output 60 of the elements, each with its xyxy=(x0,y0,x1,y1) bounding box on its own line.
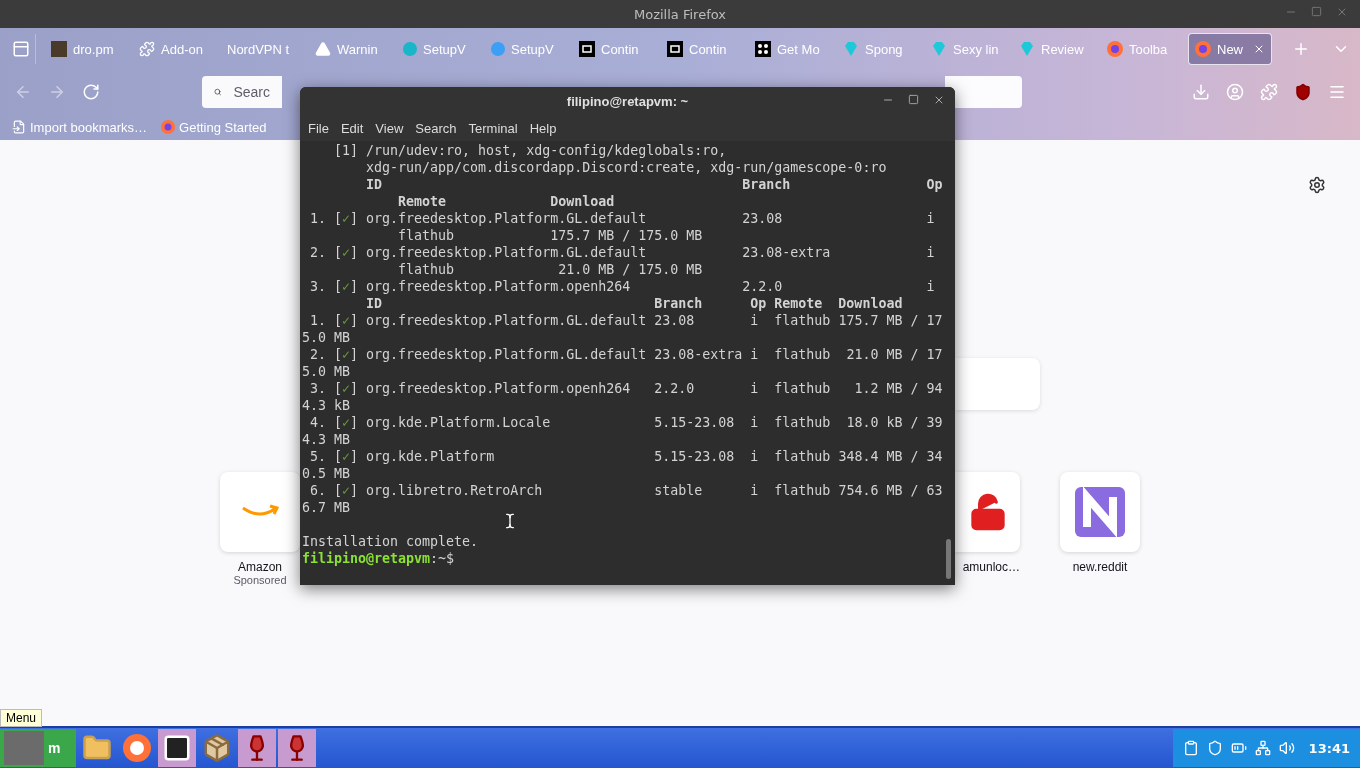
terminal-line: 4. [✓] org.kde.Platform.Locale 5.15-23.08 i flathub 18.0 kB / 39 xyxy=(309,414,944,431)
terminal-line: 2. [✓] org.freedesktop.Platform.GL.default 23.08-extra i xyxy=(309,244,936,261)
terminal-line: 0.5 MB xyxy=(302,465,352,482)
browser-tab[interactable]: Spong xyxy=(836,33,920,65)
terminal-line: 3. [✓] org.freedesktop.Platform.openh264 2.2.0 i flathub 1.2 MB / 94 xyxy=(309,380,944,397)
terminal-line: 6. [✓] org.libretro.RetroArch stable i flathub 754.6 MB / 63 xyxy=(309,482,944,499)
browser-tab[interactable]: dro.pm xyxy=(44,33,128,65)
start-button[interactable]: m xyxy=(0,729,76,768)
menu-item[interactable]: Edit xyxy=(334,120,370,136)
terminal-line: flathub 175.7 MB / 175.0 MB xyxy=(397,227,704,244)
browser-tab[interactable]: Get Mo xyxy=(748,33,832,65)
bookmark-link[interactable]: Import bookmarks… xyxy=(12,119,148,135)
menu-item[interactable]: View xyxy=(369,120,410,136)
terminal-title: filipino@retapvm: ~ xyxy=(566,93,689,109)
browser-tab[interactable]: NordVPN t xyxy=(220,33,304,65)
menu-item[interactable]: Help xyxy=(523,120,563,136)
terminal-line: 6.7 MB xyxy=(302,499,352,516)
search-placeholder: Searc xyxy=(233,84,270,100)
browser-tab[interactable]: Add-on xyxy=(132,33,216,65)
browser-tab[interactable]: Contin xyxy=(572,33,656,65)
terminal-line: 5.0 MB xyxy=(302,329,352,346)
window-title: Mozilla Firefox xyxy=(634,6,726,22)
browser-tab[interactable]: SetupV xyxy=(484,33,568,65)
menu-item[interactable]: Search xyxy=(409,120,463,136)
menu-item[interactable]: File xyxy=(302,120,335,136)
terminal-line: ID Branch Op Remote Download xyxy=(365,295,904,312)
menu-item[interactable]: Terminal xyxy=(462,120,524,136)
terminal-line: 5. [✓] org.kde.Platform 5.15-23.08 i flathub 348.4 MB / 34 xyxy=(309,448,944,465)
tile-label: amunloc… xyxy=(962,560,1020,574)
terminal-line: 3. [✓] org.freedesktop.Platform.openh264 2.2.0 i xyxy=(309,278,936,295)
terminal-line: [1] /run/udev:ro, host, xdg-config/kdeglobals:ro, xyxy=(333,142,728,159)
terminal-line: flathub 21.0 MB / 175.0 MB xyxy=(397,261,704,278)
tooltip: Menu xyxy=(0,709,43,727)
shortcut-tile[interactable]: new.reddit xyxy=(1060,472,1140,586)
clock[interactable]: 13:41 xyxy=(1308,740,1350,756)
address-field[interactable]: Searc xyxy=(202,76,282,108)
terminal-line: xdg-run/app/com.discordapp.Discord:create, xdg-run/gamescope-0:ro xyxy=(365,159,888,176)
shortcut-tile[interactable]: amunloc… xyxy=(955,472,1020,586)
terminal-line: Installation complete. xyxy=(302,533,480,550)
terminal-line: Remote Download xyxy=(397,193,616,210)
tile-label: new.reddit xyxy=(1072,560,1128,574)
terminal-prompt: filipino@retapvm:~$ xyxy=(302,550,456,567)
bookmark-link[interactable]: Getting Started xyxy=(161,119,267,135)
terminal-line: 4.3 MB xyxy=(302,431,352,448)
browser-tab[interactable]: Review xyxy=(1012,33,1096,65)
sponsored-label: Sponsored xyxy=(233,574,287,586)
terminal-line: 2. [✓] org.freedesktop.Platform.GL.default 23.08-extra i flathub 21.0 MB / 17 xyxy=(309,346,944,363)
terminal-line: 1. [✓] org.freedesktop.Platform.GL.default 23.08 i xyxy=(309,210,936,227)
browser-tab[interactable]: Warnin xyxy=(308,33,392,65)
shortcut-tile[interactable]: Amazon Sponsored xyxy=(220,472,300,586)
browser-tab[interactable]: SetupV xyxy=(396,33,480,65)
browser-tab[interactable]: Contin xyxy=(660,33,744,65)
tile-label: Amazon xyxy=(238,560,282,574)
terminal-line: ID Branch Op xyxy=(365,176,944,193)
terminal-line: 4.3 kB xyxy=(302,397,352,414)
terminal-line: 5.0 MB xyxy=(302,363,352,380)
terminal-line: 1. [✓] org.freedesktop.Platform.GL.default 23.08 i flathub 175.7 MB / 17 xyxy=(309,312,944,329)
browser-tab[interactable]: New xyxy=(1188,33,1272,65)
browser-tab[interactable]: Sexy lin xyxy=(924,33,1008,65)
browser-tab[interactable]: Toolba xyxy=(1100,33,1184,65)
